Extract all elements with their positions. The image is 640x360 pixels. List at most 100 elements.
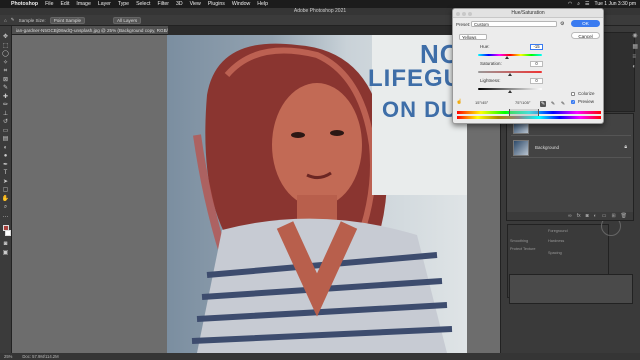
frame-tool-icon[interactable]: ⊠ [2,77,10,85]
sample-size-label: Sample Size: [18,17,46,23]
marquee-tool-icon[interactable]: ⬚ [2,43,10,51]
control-center-icon[interactable]: ☰ [585,1,589,7]
face [272,83,362,207]
screen-mode-icon[interactable]: ▣ [2,250,10,258]
color-panel-icon[interactable]: ◉ [632,32,638,39]
layer-row-background[interactable]: Background 🔒︎ [511,138,631,158]
lightness-input[interactable]: 0 [530,78,543,84]
type-tool-icon[interactable]: T [2,170,10,178]
eyedropper-icon[interactable]: ✎ [540,101,546,107]
mask-icon[interactable]: ◙ [586,213,589,219]
menu-window[interactable]: Window [232,1,250,7]
panel-icons-column: ◉ ▦ ≡ ◐ [632,32,638,70]
layer-name-background: Background [535,145,560,150]
quick-select-tool-icon[interactable]: ✧ [2,60,10,68]
document-photo[interactable]: NO LIFEGUA ON DUTY [167,35,467,353]
fx-icon[interactable]: fx [577,213,581,219]
minimize-window-icon[interactable] [462,11,466,16]
range-left-values: 15°/45° [475,100,489,105]
quick-mask-icon[interactable]: ◙ [2,241,10,249]
hand-tool-icon[interactable]: ✋ [2,196,10,204]
prop-smoothing: Smoothing [510,239,529,243]
menu-plugins[interactable]: Plugins [208,1,225,7]
preset-label: Preset: [456,22,471,27]
menu-3d[interactable]: 3D [176,1,183,7]
menu-help[interactable]: Help [257,1,268,7]
saturation-slider-thumb[interactable] [508,73,512,76]
prop-hardness: Hardness [548,239,565,243]
zoom-level[interactable]: 25% [4,353,12,360]
move-tool-icon[interactable]: ✥ [2,34,10,42]
shape-tool-icon[interactable]: ▢ [2,187,10,195]
dialog-title[interactable]: Hue/Saturation [453,9,603,18]
menu-image[interactable]: Image [76,1,90,7]
ok-button[interactable]: OK [571,20,600,27]
lock-icon[interactable]: 🔒︎ [624,144,627,150]
hue-slider[interactable] [478,54,542,56]
dodge-tool-icon[interactable]: ● [2,153,10,161]
eyedropper-minus-icon[interactable]: ✎ [560,101,566,107]
brush-tool-icon[interactable]: ✏ [2,102,10,110]
hue-input[interactable]: -15 [530,44,543,50]
menu-type[interactable]: Type [118,1,129,7]
zoom-window-icon[interactable] [468,11,472,16]
hue-slider-thumb[interactable] [505,56,510,59]
menu-select[interactable]: Select [136,1,150,7]
sample-size-select[interactable]: Point Sample [49,16,86,24]
preset-options-icon[interactable]: ⚙ [560,21,564,27]
pen-tool-icon[interactable]: ✒ [2,162,10,170]
lightness-slider-thumb[interactable] [508,90,512,93]
adjustments-panel-icon[interactable]: ◐ [632,64,638,70]
menu-edit[interactable]: Edit [60,1,69,7]
zoom-tool-icon[interactable]: ⌕ [2,204,10,212]
lasso-tool-icon[interactable]: ◯ [2,51,10,59]
trash-icon[interactable]: 🗑︎ [621,213,627,219]
menu-filter[interactable]: Filter [157,1,169,7]
eyedropper-plus-icon[interactable]: ✎ [550,101,556,107]
search-icon[interactable]: ⌕ [577,1,580,7]
prop-protect-texture: Protect Texture [510,247,536,251]
saturation-input[interactable]: 0 [530,61,543,67]
close-window-icon[interactable] [456,11,460,16]
clone-stamp-icon[interactable]: ⊥ [2,111,10,119]
more-tools-icon[interactable]: … [2,213,10,221]
menu-view[interactable]: View [190,1,201,7]
wifi-icon[interactable]: ◠ [568,1,572,7]
gradient-tool-icon[interactable]: ▤ [2,136,10,144]
link-layers-icon[interactable]: ∞ [568,213,572,219]
menu-app-name[interactable]: Photoshop [11,1,38,7]
preset-select[interactable]: Custom [471,21,557,27]
menu-file[interactable]: File [45,1,53,7]
properties-panel-icon[interactable]: ≡ [632,54,638,60]
healing-brush-icon[interactable]: ✚ [2,94,10,102]
blur-tool-icon[interactable]: ◐ [2,145,10,153]
preview-checkbox[interactable]: ✓ [571,100,575,104]
new-layer-icon[interactable]: ⊞ [611,213,615,219]
colorize-checkbox[interactable] [571,92,575,96]
channel-select[interactable]: Yellows [459,34,487,40]
adjustment-layer-icon[interactable]: ◐ [594,213,597,219]
color-range-selector[interactable] [509,109,539,116]
eyedropper-tool-icon[interactable]: ✎ [11,17,15,23]
background-color-swatch[interactable] [4,230,11,236]
eyedropper-icon[interactable]: ✎ [2,85,10,93]
clock[interactable]: Tue 1 Jun 3:30 pm [594,1,636,7]
colorize-label: Colorize [578,91,595,96]
crop-tool-icon[interactable]: ⌗ [2,68,10,76]
history-brush-icon[interactable]: ↺ [2,119,10,127]
path-select-icon[interactable]: ➤ [2,179,10,187]
tools-panel: ✥ ⬚ ◯ ✧ ⌗ ⊠ ✎ ✚ ✏ ⊥ ↺ ▭ ▤ ◐ ● ✒ T ➤ ▢ ✋ … [0,26,12,360]
group-icon[interactable]: ▭ [602,213,607,219]
eraser-tool-icon[interactable]: ▭ [2,128,10,136]
cancel-button[interactable]: Cancel [571,32,600,39]
menubar-status-area: ◠ ⌕ ☰ Tue 1 Jun 3:30 pm [568,0,636,8]
hue-label: Hue: [480,44,490,49]
targeted-adjustment-icon[interactable]: ☝ [456,99,462,105]
prop-spacing: Spacing [548,251,562,255]
home-icon[interactable]: ⌂ [4,18,7,23]
document-tab[interactable]: ian-gardner-N5GCBj08wdQ-unsplash.jpg @ 2… [12,26,168,35]
menu-layer[interactable]: Layer [98,1,111,7]
sample-layers-select[interactable]: All Layers [113,16,142,24]
lightness-label: Lightness: [480,78,501,83]
swatches-panel-icon[interactable]: ▦ [632,43,638,50]
